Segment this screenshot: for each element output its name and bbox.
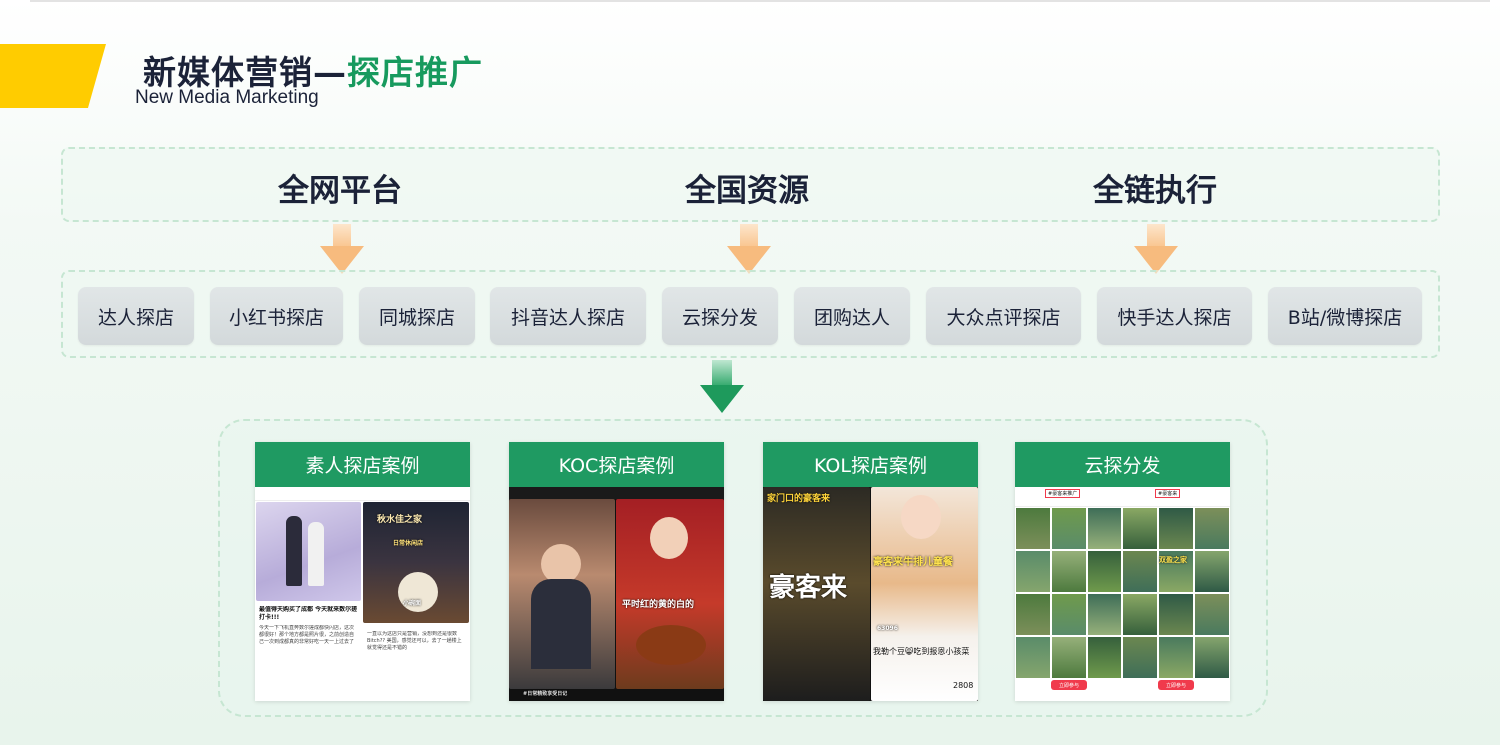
down-arrow-icon — [700, 360, 744, 414]
case-screenshot-kol: 家门口的豪客来 豪客来 豪客来牛排儿童餐 63096 我勒个豆😸吃到报恩小孩菜 … — [763, 487, 978, 701]
channel-group-buy: 团购达人 — [794, 287, 910, 345]
video-tile[interactable] — [1015, 636, 1051, 679]
video-tile[interactable] — [1086, 507, 1123, 550]
brand-text: 豪客来 — [769, 573, 848, 603]
video-tile[interactable] — [1086, 593, 1123, 636]
pillar-national-resource: 全国资源 — [685, 173, 809, 209]
video-tile[interactable] — [1122, 507, 1159, 550]
video-tile[interactable] — [1086, 636, 1123, 679]
case-card-title: 云探分发 — [1015, 442, 1230, 487]
channel-xiaohongshu: 小红书探店 — [210, 287, 343, 345]
view-count: 63096 — [877, 625, 898, 632]
down-arrow-icon — [1134, 224, 1178, 276]
video-tile[interactable] — [1050, 550, 1087, 593]
case-card-title: 素人探店案例 — [255, 442, 470, 487]
post-body: 一直以为这店只是营销，没想到还是很数Bitch?? 美国，感觉还可以，去了一趟楼… — [367, 631, 462, 651]
channel-local: 同城探店 — [359, 287, 475, 345]
video-tile[interactable] — [1086, 550, 1123, 593]
post-body: 今天一下飞机直奔数尔搓成都快闪店，这次都很好！那个地方都是照片很，之前创造自己一… — [259, 625, 355, 645]
video-tile[interactable] — [1122, 550, 1159, 593]
like-count: 2808 — [953, 681, 974, 690]
hashtag-text: #日常精致享受日记 — [523, 691, 568, 697]
down-arrow-icon — [320, 224, 364, 276]
video-thumbnail: 家门口的豪客来 豪客来 — [763, 487, 870, 701]
channel-dianping: 大众点评探店 — [926, 287, 1081, 345]
video-tile[interactable] — [1158, 636, 1194, 679]
video-tile[interactable] — [1015, 593, 1051, 636]
video-caption: 我勒个豆😸吃到报恩小孩菜 — [873, 647, 970, 656]
tile-label: 双盈之家 — [1159, 556, 1187, 564]
join-button[interactable]: 立即参与 — [1158, 680, 1194, 690]
video-tile[interactable] — [1050, 636, 1087, 679]
video-tile[interactable] — [1122, 593, 1159, 636]
meal-text: 豪客来牛排儿童餐 — [873, 557, 953, 568]
menu-text: 小碗面 — [403, 600, 422, 607]
case-card-koc: KOC探店案例 平时红的黄的白的 #日常精致享受日记 — [509, 442, 724, 701]
video-tile[interactable] — [1015, 507, 1051, 550]
pillar-full-chain: 全链执行 — [1093, 173, 1217, 209]
channel-cloud-distribution: 云探分发 — [662, 287, 778, 345]
post-screenshot-left: 最值得天购买了成都 今天就来数尔搓打卡!!! 今天一下飞机直奔数尔搓成都快闪店，… — [255, 501, 362, 701]
video-tile[interactable] — [1194, 550, 1230, 593]
badge-text: 日常休闲店 — [393, 540, 424, 547]
video-tile[interactable] — [1122, 636, 1159, 679]
case-card-title: KOL探店案例 — [763, 442, 978, 487]
video-tile[interactable] — [1158, 507, 1194, 550]
case-card-kol: KOL探店案例 家门口的豪客来 豪客来 豪客来牛排儿童餐 63096 我勒个豆😸… — [763, 442, 978, 701]
case-screenshot-amateur: 最值得天购买了成都 今天就来数尔搓打卡!!! 今天一下飞机直奔数尔搓成都快闪店，… — [255, 487, 470, 701]
channel-kuaishou: 快手达人探店 — [1097, 287, 1252, 345]
title-highlight: 探店推广 — [347, 53, 483, 92]
channel-douyin: 抖音达人探店 — [490, 287, 646, 345]
photo-thumbnail: 秋水佳之家 日常休闲店 小碗面 — [363, 502, 469, 623]
pillar-all-platform: 全网平台 — [278, 173, 402, 209]
search-tag: #豪客来推广 — [1045, 489, 1081, 498]
video-tile[interactable] — [1050, 593, 1087, 636]
video-tile[interactable] — [1050, 507, 1087, 550]
post-title: 最值得天购买了成都 今天就来数尔搓打卡!!! — [259, 606, 358, 621]
case-screenshot-cloud: #豪客来推广 #豪客来 双盈之家 立即参与 立即参与 — [1015, 487, 1230, 701]
down-arrow-icon — [727, 224, 771, 276]
case-card-cloud: 云探分发 #豪客来推广 #豪客来 双盈之家 立即参与 立即参与 — [1015, 442, 1230, 701]
photo-thumbnail — [256, 502, 361, 601]
video-tile[interactable] — [1015, 550, 1051, 593]
video-thumbnail: 平时红的黄的白的 — [616, 499, 724, 689]
video-tile[interactable] — [1194, 593, 1230, 636]
app-top-bar — [255, 487, 470, 501]
page-subtitle: New Media Marketing — [135, 87, 319, 108]
video-tile[interactable] — [1194, 636, 1230, 679]
video-tile[interactable] — [1194, 507, 1230, 550]
channel-bilibili-weibo: B站/微博探店 — [1268, 287, 1422, 345]
channel-influencer: 达人探店 — [78, 287, 194, 345]
top-divider-line — [30, 0, 1490, 2]
video-thumbnail: 豪客来牛排儿童餐 63096 我勒个豆😸吃到报恩小孩菜 2808 — [871, 487, 978, 701]
video-thumbnail — [509, 499, 615, 689]
search-tag: #豪客来 — [1155, 489, 1181, 498]
app-top-bar: #豪客来推广 #豪客来 — [1015, 487, 1230, 507]
join-button[interactable]: 立即参与 — [1051, 680, 1087, 690]
video-tile[interactable] — [1158, 593, 1194, 636]
case-card-title: KOC探店案例 — [509, 442, 724, 487]
shop-sign-text: 秋水佳之家 — [377, 515, 423, 525]
case-card-amateur: 素人探店案例 最值得天购买了成都 今天就来数尔搓打卡!!! 今天一下飞机直奔数尔… — [255, 442, 470, 701]
case-screenshot-koc: 平时红的黄的白的 #日常精致享受日记 — [509, 487, 724, 701]
banner-text: 家门口的豪客来 — [767, 494, 831, 504]
post-screenshot-right: 秋水佳之家 日常休闲店 小碗面 一直以为这店只是营销，没想到还是很数Bitch?… — [363, 501, 470, 701]
accent-bar — [0, 44, 106, 108]
overlay-caption: 平时红的黄的白的 — [622, 600, 695, 610]
app-top-bar — [509, 487, 724, 499]
